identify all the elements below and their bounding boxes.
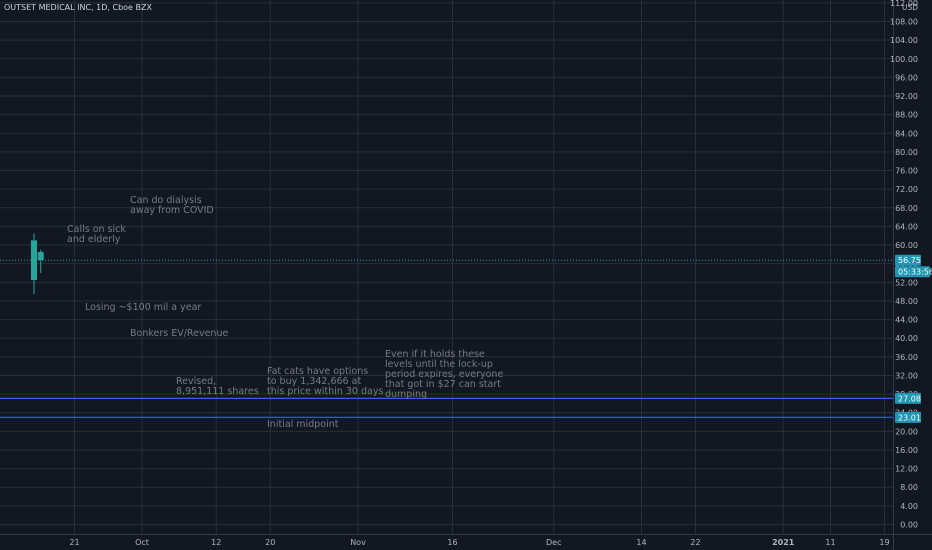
annotation-text: Fat cats have options to buy 1,342,666 a… [267,366,384,397]
time-axis[interactable]: 21 Oct 12 20 Nov 16 Dec 14 22 2021 11 19 [69,538,889,547]
annotation-text: Can do dialysis away from COVID [130,195,214,216]
time-tick-label: 22 [690,538,700,547]
price-tick-label: 48.00 [895,297,918,306]
symbol-title[interactable]: OUTSET MEDICAL INC, 1D, Cboe BZX [4,3,152,12]
price-tick-label: 84.00 [895,129,918,138]
annotation-fat-cats[interactable]: Fat cats have options to buy 1,342,666 a… [267,367,383,397]
time-tick-label: 14 [636,538,646,547]
price-tick-label: 72.00 [895,185,918,194]
annotation-text: Revised, 8,951,111 shares [176,376,259,397]
annotation-text: Calls on sick and elderly [67,224,126,245]
time-tick-label: 12 [211,538,221,547]
price-tick-label: 76.00 [895,167,918,176]
candle [31,233,37,294]
time-tick-label: 2021 [772,538,795,547]
price-tick-label: 0.00 [900,521,918,530]
annotation-losing[interactable]: Losing ~$100 mil a year [85,303,201,313]
candle-body [37,252,44,261]
price-tick-label: 4.00 [900,502,918,511]
annotation-text: Losing ~$100 mil a year [85,302,202,313]
price-tick-label: 12.00 [895,465,918,474]
price-tick-label: 36.00 [895,353,918,362]
price-tick-label: 88.00 [895,111,918,120]
price-tick-label: 16.00 [895,446,918,455]
price-tick-label: 44.00 [895,316,918,325]
price-tick-label: 100.00 [890,55,918,64]
countdown-value: 05:33:56 [898,268,932,277]
chart-canvas[interactable]: 0.004.008.0012.0016.0020.0024.0028.0032.… [0,0,932,550]
annotation-calls[interactable]: Calls on sick and elderly [67,225,126,245]
time-tick-label: 21 [69,538,79,547]
annotation-revised[interactable]: Revised, 8,951,111 shares [176,377,259,397]
price-tick-label: 108.00 [890,18,918,27]
price-tick-label: 32.00 [895,371,918,380]
price-tick-label: 64.00 [895,222,918,231]
price-tick-label: 104.00 [890,36,918,45]
annotation-text: Bonkers EV/Revenue [130,328,229,339]
price-tick-label: 40.00 [895,334,918,343]
annotation-midpoint[interactable]: Initial midpoint [267,420,338,430]
time-tick-label: 19 [879,538,889,547]
grid-lines [0,0,893,534]
lower-line-value: 23.01 [898,413,921,422]
currency-label: USD [902,3,918,12]
annotation-lock-up[interactable]: Even if it holds these levels until the … [385,350,503,400]
price-tick-label: 8.00 [900,483,918,492]
time-tick-label: 11 [825,538,835,547]
candle [37,249,44,273]
annotation-text: Even if it holds these levels until the … [385,349,504,400]
price-tick-label: 52.00 [895,278,918,287]
price-tick-label: 92.00 [895,92,918,101]
price-tick-label: 96.00 [895,73,918,82]
time-tick-label: 16 [447,538,457,547]
time-tick-label: 20 [265,538,275,547]
price-tick-label: 20.00 [895,427,918,436]
price-tick-label: 68.00 [895,204,918,213]
price-tick-label: 60.00 [895,241,918,250]
annotation-covid[interactable]: Can do dialysis away from COVID [130,196,214,216]
horizontal-lines[interactable] [0,397,893,418]
time-tick-label: Nov [350,538,366,547]
time-tick-label: Oct [135,538,149,547]
annotation-bonkers[interactable]: Bonkers EV/Revenue [130,329,228,339]
upper-line-value: 27.08 [898,394,921,403]
time-tick-label: Dec [546,538,561,547]
price-tick-label: 80.00 [895,148,918,157]
last-price-value: 56.75 [898,256,921,265]
annotation-text: Initial midpoint [267,419,339,430]
candle-body [31,240,37,280]
